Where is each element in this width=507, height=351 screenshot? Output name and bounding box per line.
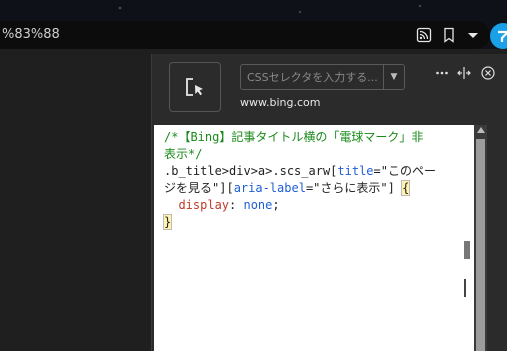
code-close-brace: } [162, 214, 173, 230]
browser-top-bar: %83%88 [0, 0, 507, 49]
site-label: www.bing.com [240, 96, 321, 109]
css-code-editor[interactable]: /*【Bing】記事タイトル横の「電球マーク」非 表示*/ .b_title>d… [154, 125, 474, 351]
code-attr-title: title [337, 164, 374, 178]
code-string2: さらに表示 [320, 181, 381, 195]
scroll-thumb[interactable] [476, 139, 485, 351]
element-picker-icon [186, 78, 203, 96]
code-comment-line1: /*【Bing】記事タイトル横の「電球マーク」非 [164, 130, 424, 144]
profile-icon[interactable] [490, 23, 507, 49]
code-semicolon: ; [272, 198, 280, 212]
code-comment-line2: 表示*/ [164, 147, 203, 161]
css-editor-panel: ▼ www.bing.com /*【Bing】記事タイトル横の「電球マーク」非 … [151, 54, 507, 351]
code-content[interactable]: /*【Bing】記事タイトル横の「電球マーク」非 表示*/ .b_title>d… [162, 129, 464, 231]
rss-icon[interactable] [416, 27, 432, 43]
code-string1: このペー [387, 164, 436, 178]
dock-icon[interactable] [457, 66, 471, 80]
address-bar-text[interactable]: %83%88 [2, 27, 60, 42]
code-selector-part1: .b_title>div>a>.scs_arw[ [164, 164, 338, 178]
css-selector-field[interactable]: ▼ [240, 64, 405, 90]
code-attr-aria-label: aria-label [233, 181, 306, 195]
code-value: none [243, 198, 273, 212]
bookmark-icon[interactable] [441, 27, 457, 43]
editor-scrollbar[interactable] [474, 125, 487, 351]
code-open-brace: { [401, 180, 411, 196]
chevron-down-icon: ▼ [390, 72, 398, 82]
scroll-up-arrow-icon[interactable] [477, 127, 485, 133]
selector-dropdown-button[interactable]: ▼ [383, 65, 404, 89]
code-colon: : [229, 198, 244, 212]
css-selector-input[interactable] [241, 65, 383, 89]
element-picker-button[interactable] [169, 62, 221, 112]
gutter-marker [464, 279, 466, 297]
more-icon[interactable] [435, 66, 449, 80]
code-eq2: =" [305, 181, 321, 195]
code-property: display [178, 198, 230, 212]
code-eq1: =" [373, 164, 388, 178]
code-close2: "] [380, 181, 403, 195]
close-icon[interactable] [481, 66, 495, 80]
code-selector-part2: ジを見る"][ [164, 181, 234, 195]
gutter-marker [464, 241, 470, 259]
dropdown-arrow-icon[interactable] [465, 27, 481, 43]
